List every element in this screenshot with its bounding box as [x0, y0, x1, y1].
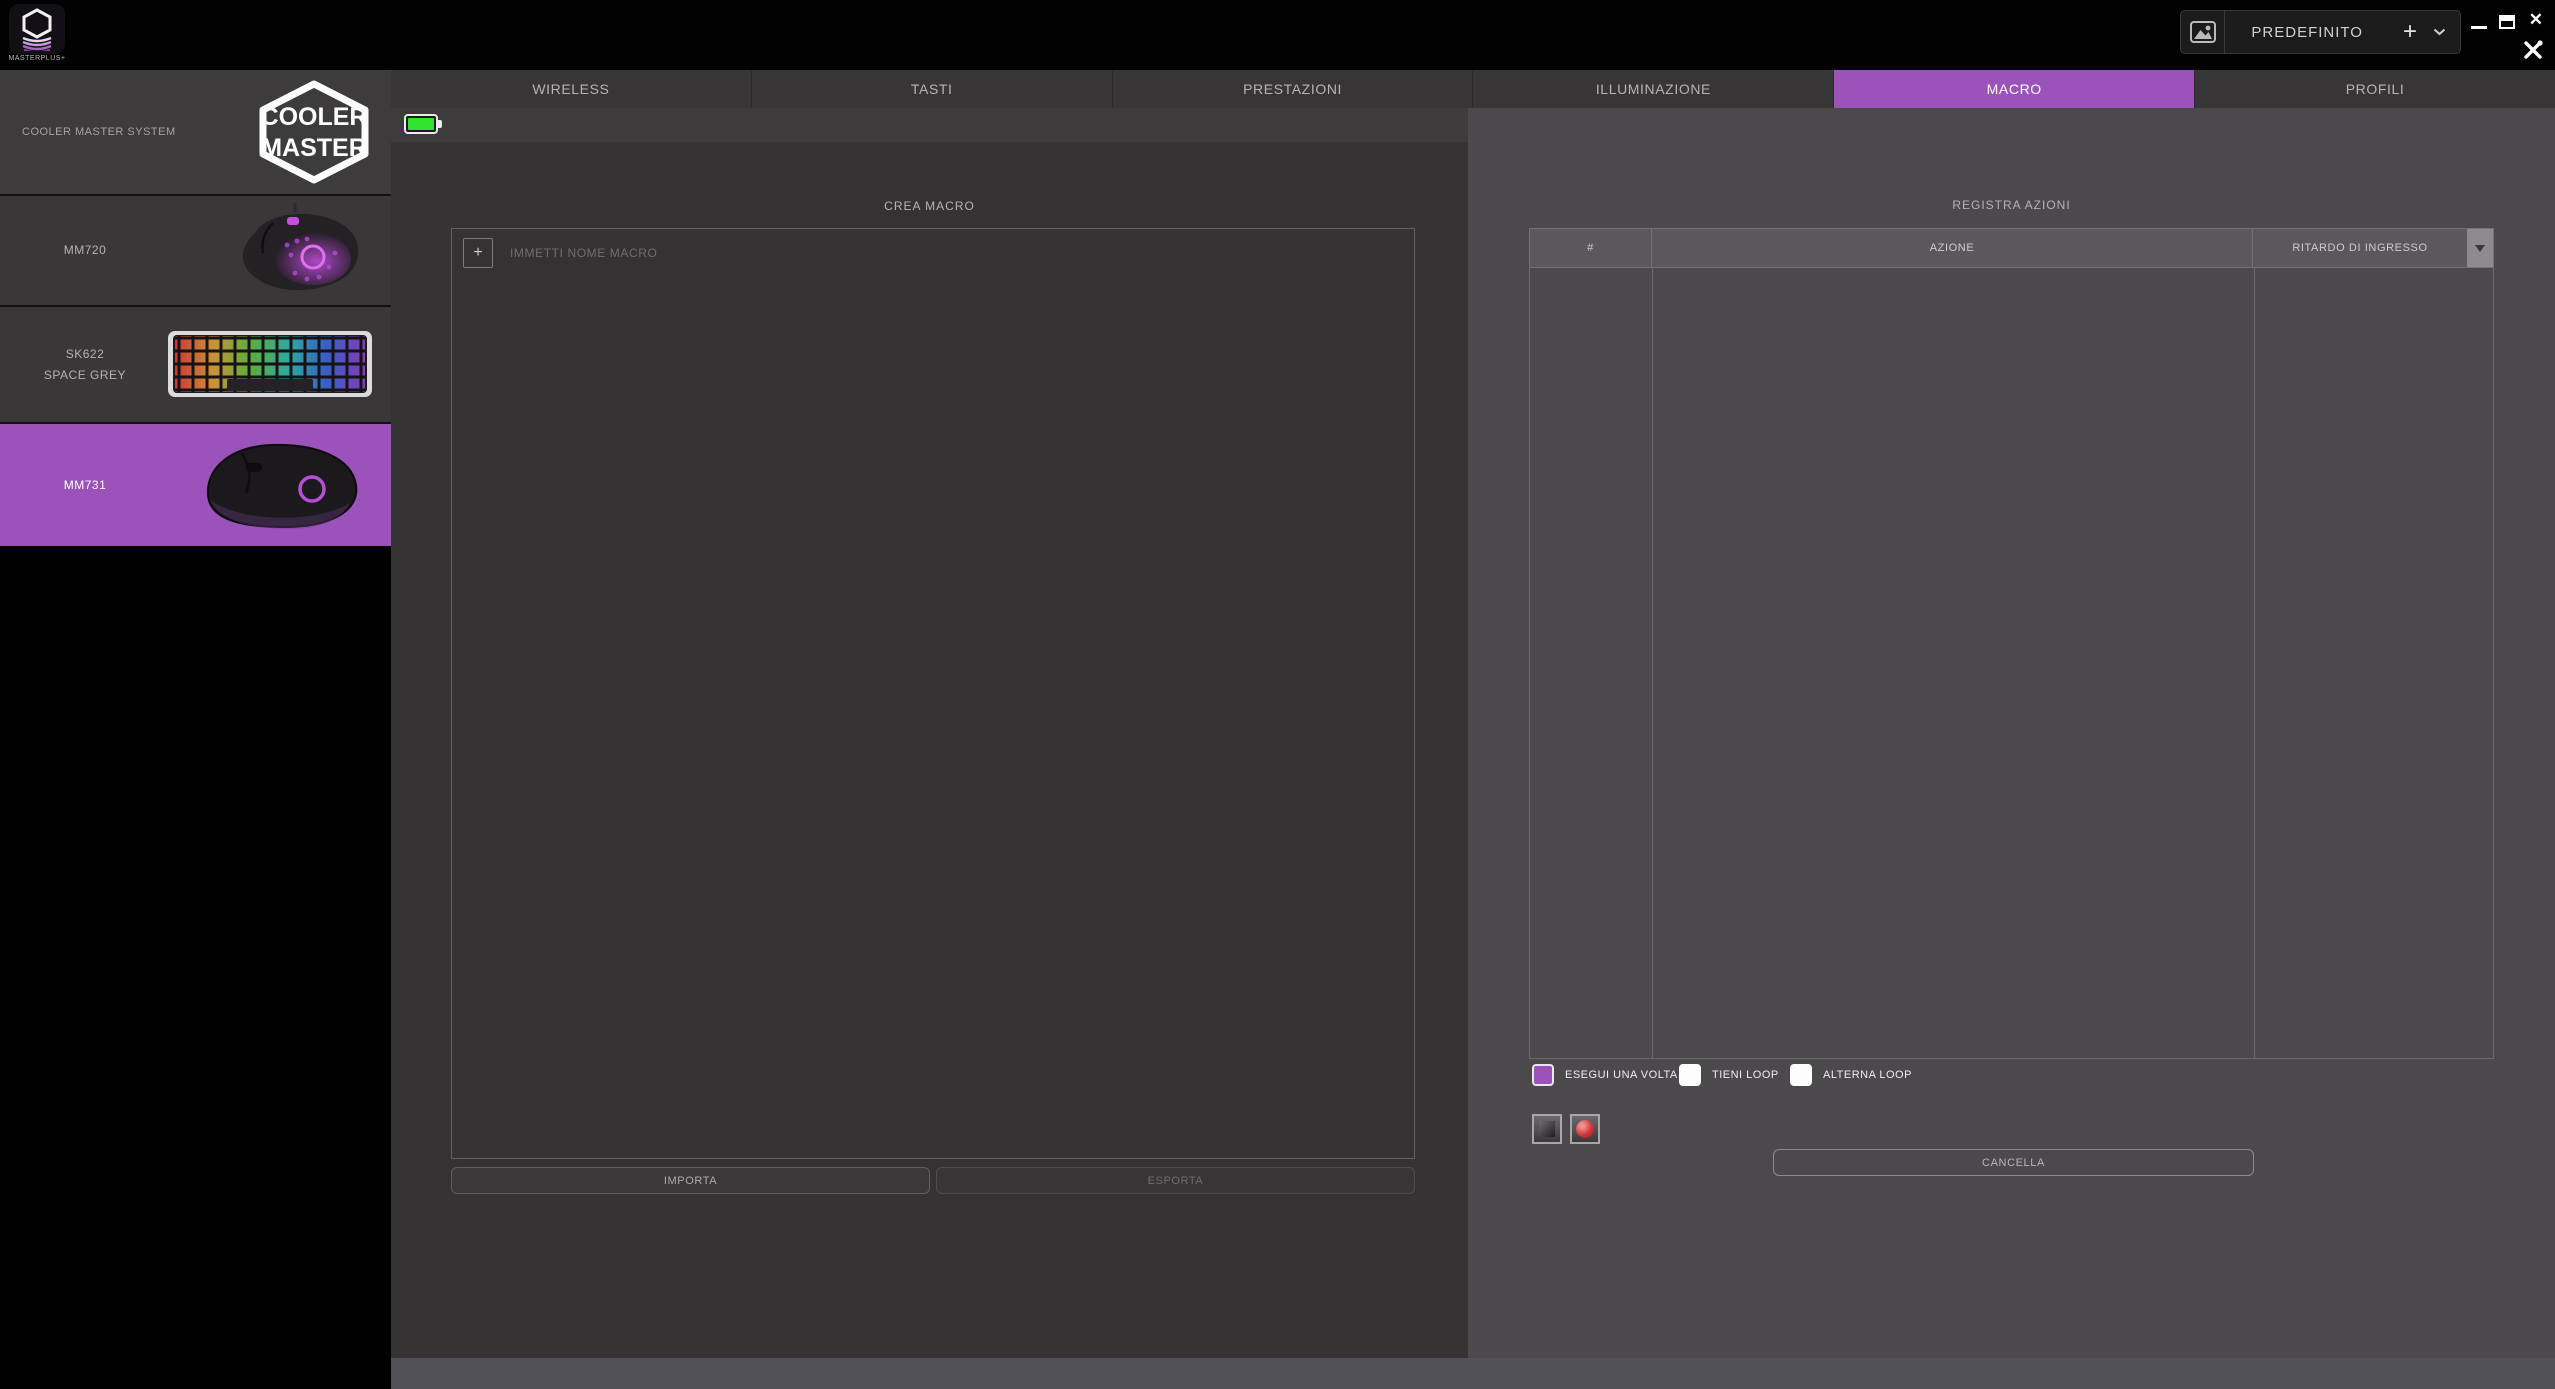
sk622-image — [165, 307, 375, 422]
option-alterna-loop[interactable]: ALTERNA LOOP — [1790, 1064, 1912, 1086]
svg-text:COOLER: COOLER — [261, 103, 368, 131]
actions-panel-title: REGISTRA AZIONI — [1468, 198, 2555, 212]
mm720-image — [195, 196, 375, 305]
tab-bar: WIRELESS TASTI PRESTAZIONI ILLUMINAZIONE… — [391, 70, 2555, 108]
tab-profili[interactable]: PROFILI — [2195, 70, 2555, 108]
tab-tasti[interactable]: TASTI — [752, 70, 1113, 108]
tab-prestazioni[interactable]: PRESTAZIONI — [1113, 70, 1474, 108]
chevron-down-icon — [2433, 28, 2446, 36]
column-header-index: # — [1530, 229, 1652, 267]
cooler-master-logo: COOLER MASTER — [253, 70, 375, 194]
tools-icon — [2521, 38, 2545, 62]
mm731-image — [190, 424, 375, 546]
triangle-down-icon — [2475, 245, 2485, 252]
sidebar-item-cooler-master-system[interactable]: COOLER MASTER SYSTEM COOLER MASTER — [0, 70, 391, 196]
tab-macro[interactable]: MACRO — [1834, 70, 2195, 108]
import-button[interactable]: IMPORTA — [451, 1167, 930, 1194]
sidebar-item-mm731[interactable]: MM731 — [0, 424, 391, 546]
option-label: TIENI LOOP — [1712, 1069, 1779, 1081]
device-name: SK622 SPACE GREY — [0, 307, 170, 422]
tab-illuminazione[interactable]: ILLUMINAZIONE — [1473, 70, 1834, 108]
battery-strip — [391, 108, 1468, 142]
profile-dropdown-button[interactable] — [2429, 28, 2460, 36]
add-macro-button[interactable]: + — [463, 238, 493, 268]
macro-name-input[interactable] — [510, 237, 1390, 269]
svg-text:MASTER: MASTER — [261, 134, 367, 162]
window-maximize-button[interactable] — [2499, 15, 2515, 29]
tools-button[interactable] — [2521, 38, 2545, 62]
actions-table-header: # AZIONE RITARDO DI INGRESSO — [1529, 228, 2494, 268]
window-close-button[interactable]: ✕ — [2529, 10, 2543, 30]
record-button[interactable] — [1570, 1114, 1600, 1144]
column-header-action: AZIONE — [1652, 229, 2253, 267]
profile-switcher: PREDEFINITO + — [2180, 10, 2461, 54]
record-icon — [1576, 1120, 1594, 1138]
column-divider — [2254, 268, 2255, 1058]
battery-nub — [438, 120, 442, 128]
bottom-strip — [391, 1358, 2555, 1389]
window-minimize-button[interactable] — [2471, 26, 2487, 29]
masterplus-hexagon-icon — [15, 7, 59, 51]
profile-image-button[interactable] — [2181, 11, 2225, 53]
macro-panel-title: CREA MACRO — [391, 199, 1468, 213]
sidebar-item-sk622[interactable]: SK622 SPACE GREY — [0, 307, 391, 424]
system-label: COOLER MASTER SYSTEM — [22, 70, 176, 194]
stop-recording-button[interactable] — [1532, 1114, 1562, 1144]
option-esegui-una-volta[interactable]: ESEGUI UNA VOLTA — [1532, 1064, 1678, 1086]
device-name: MM720 — [0, 196, 170, 305]
title-bar: MASTERPLUS+ PREDEFINITO + ✕ — [0, 0, 2555, 70]
app-name: MASTERPLUS+ — [0, 55, 74, 62]
active-profile-name[interactable]: PREDEFINITO — [2225, 24, 2391, 41]
option-label: ESEGUI UNA VOLTA — [1565, 1069, 1678, 1081]
macro-panel: CREA MACRO + IMPORTA ESPORTA treme HARDW… — [391, 142, 1468, 1358]
actions-table: # AZIONE RITARDO DI INGRESSO — [1529, 228, 2494, 1059]
option-tieni-loop[interactable]: TIENI LOOP — [1679, 1064, 1779, 1086]
battery-icon — [404, 114, 438, 134]
checkbox-alterna-loop[interactable] — [1790, 1064, 1812, 1086]
checkbox-tieni-loop[interactable] — [1679, 1064, 1701, 1086]
add-profile-button[interactable]: + — [2391, 12, 2429, 52]
battery-fill — [408, 118, 434, 130]
checkbox-esegui-una-volta[interactable] — [1532, 1064, 1554, 1086]
masterplus-logo-icon[interactable] — [9, 4, 65, 54]
sidebar-item-mm720[interactable]: MM720 — [0, 196, 391, 307]
record-actions-panel: REGISTRA AZIONI # AZIONE RITARDO DI INGR… — [1468, 108, 2555, 1389]
column-divider — [1652, 268, 1653, 1058]
clear-button[interactable]: CANCELLA — [1773, 1149, 2254, 1176]
stop-icon — [1539, 1121, 1555, 1137]
device-sidebar: COOLER MASTER SYSTEM COOLER MASTER MM720 — [0, 70, 391, 1389]
actions-table-body[interactable] — [1529, 268, 2494, 1059]
device-name: MM731 — [0, 424, 170, 546]
delay-column-dropdown-button[interactable] — [2467, 229, 2493, 267]
tab-wireless[interactable]: WIRELESS — [391, 70, 752, 108]
export-button[interactable]: ESPORTA — [936, 1167, 1415, 1194]
macro-list-box: + — [451, 228, 1415, 1159]
image-icon — [2190, 21, 2216, 43]
column-header-delay: RITARDO DI INGRESSO — [2253, 229, 2467, 267]
option-label: ALTERNA LOOP — [1823, 1069, 1912, 1081]
